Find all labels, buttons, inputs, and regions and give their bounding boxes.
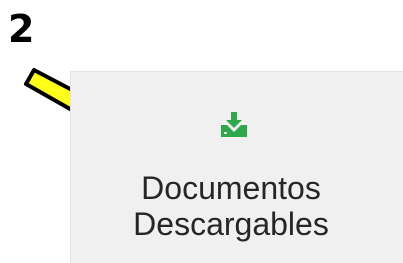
tile-label: Documentos Descargables (71, 170, 391, 242)
screenshot-canvas: 2 Documentos Descargables (0, 0, 403, 263)
step-number: 2 (8, 7, 35, 51)
downloadable-documents-tile[interactable]: Documentos Descargables (70, 71, 403, 263)
download-icon (221, 112, 247, 137)
tile-label-line-1: Documentos (141, 170, 321, 206)
tile-label-line-2: Descargables (133, 206, 329, 242)
